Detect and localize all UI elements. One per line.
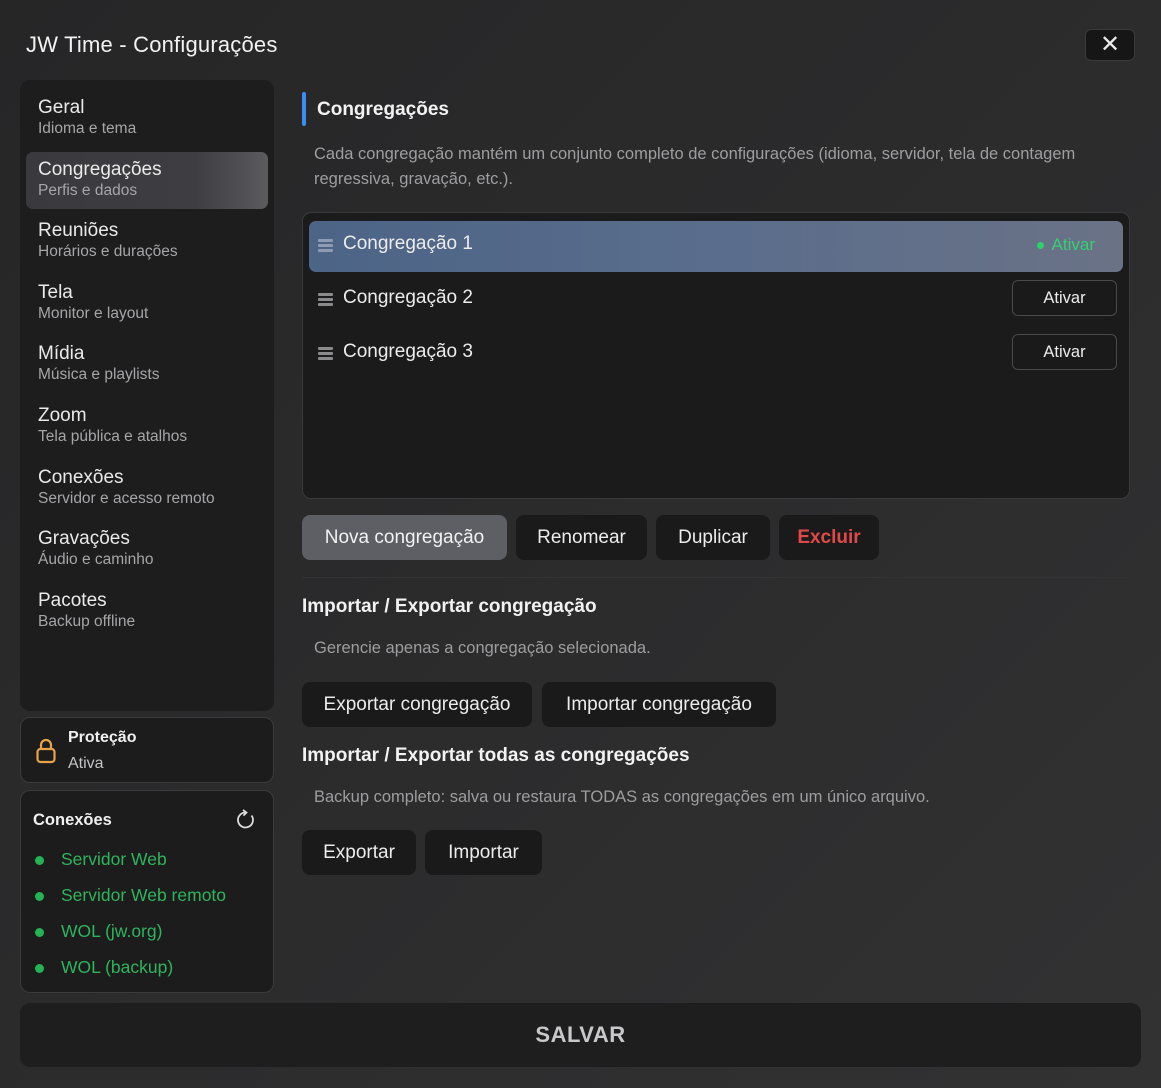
import-export-all-title: Importar / Exportar todas as congregaçõe… xyxy=(302,745,690,766)
sidebar-item-label: Pacotes xyxy=(38,589,107,611)
sidebar-item-pacotes[interactable]: Pacotes Backup offline xyxy=(26,583,268,640)
import-congregation-button[interactable]: Importar congregação xyxy=(542,682,776,727)
new-congregation-button[interactable]: Nova congregação xyxy=(302,515,507,560)
sidebar-item-label: Conexões xyxy=(38,466,124,488)
sidebar-item-midia[interactable]: Mídia Música e playlists xyxy=(26,336,268,393)
connection-item-servidor-web: Servidor Web xyxy=(35,847,167,871)
congregation-list: Congregação 1 Ativar Congregação 2 Ativa… xyxy=(302,212,1130,499)
sidebar-item-label: Tela xyxy=(38,281,73,303)
connection-item-wol-jworg: WOL (jw.org) xyxy=(35,919,162,943)
connection-item-wol-backup: WOL (backup) xyxy=(35,955,173,979)
sidebar-item-sub: Backup offline xyxy=(38,612,136,630)
sidebar-item-gravacoes[interactable]: Gravações Áudio e caminho xyxy=(26,521,268,578)
drag-handle-icon[interactable] xyxy=(318,293,333,306)
sidebar-item-sub: Música e playlists xyxy=(38,366,160,384)
congregation-row-2[interactable]: Congregação 2 Ativar xyxy=(309,275,1123,326)
congregation-name: Congregação 1 xyxy=(343,233,473,254)
sidebar-item-sub: Áudio e caminho xyxy=(38,551,154,569)
active-status-label: Ativar xyxy=(1051,235,1095,254)
congregation-row-1[interactable]: Congregação 1 Ativar xyxy=(309,221,1123,272)
sidebar-item-tela[interactable]: Tela Monitor e layout xyxy=(26,275,268,332)
drag-handle-icon[interactable] xyxy=(318,347,333,360)
import-export-all-description: Backup completo: salva ou restaura TODAS… xyxy=(314,788,930,806)
sidebar-item-sub: Tela pública e atalhos xyxy=(38,427,188,445)
rename-button[interactable]: Renomear xyxy=(516,515,647,560)
sidebar-item-congregacoes[interactable]: Congregações Perfis e dados xyxy=(26,151,268,209)
protection-card[interactable]: Proteção Ativa xyxy=(20,717,274,783)
save-button[interactable]: SALVAR xyxy=(20,1003,1141,1067)
close-button[interactable]: ✕ xyxy=(1085,29,1135,61)
lock-icon xyxy=(36,738,56,764)
activate-button[interactable]: Ativar xyxy=(1012,334,1117,370)
section-accent-bar xyxy=(302,92,306,126)
sidebar-item-label: Congregações xyxy=(38,158,162,180)
section-title: Congregações xyxy=(317,99,449,120)
drag-handle-icon[interactable] xyxy=(318,239,333,252)
sidebar-item-label: Mídia xyxy=(38,343,85,365)
refresh-icon[interactable] xyxy=(234,809,256,831)
congregation-name: Congregação 3 xyxy=(343,341,473,362)
divider xyxy=(302,577,1130,578)
sidebar-item-sub: Idioma e tema xyxy=(38,120,137,137)
connections-title: Conexões xyxy=(33,811,112,829)
connection-label: WOL (jw.org) xyxy=(61,920,163,941)
sidebar-item-label: Geral xyxy=(38,97,85,118)
active-status-badge: Ativar xyxy=(1036,235,1095,255)
connection-label: Servidor Web remoto xyxy=(61,884,227,905)
section-description: Cada congregação mantém um conjunto comp… xyxy=(314,145,1076,188)
congregation-name: Congregação 2 xyxy=(343,287,473,308)
connection-label: WOL (backup) xyxy=(61,956,174,977)
import-export-one-description: Gerencie apenas a congregação selecionad… xyxy=(314,639,651,657)
export-congregation-button[interactable]: Exportar congregação xyxy=(302,682,532,727)
delete-button[interactable]: Excluir xyxy=(779,515,879,560)
sidebar-item-sub: Horários e durações xyxy=(38,243,178,261)
export-all-button[interactable]: Exportar xyxy=(302,830,416,875)
protection-status: Ativa xyxy=(68,755,104,772)
status-dot xyxy=(35,892,44,901)
connection-label: Servidor Web xyxy=(61,848,167,869)
sidebar-item-reunioes[interactable]: Reuniões Horários e durações xyxy=(26,213,268,270)
connection-item-servidor-web-remoto: Servidor Web remoto xyxy=(35,883,226,907)
status-dot xyxy=(35,928,44,937)
sidebar-item-geral[interactable]: Geral Idioma e tema xyxy=(26,90,268,147)
status-dot xyxy=(35,964,44,973)
sidebar-item-label: Reuniões xyxy=(38,220,119,242)
connections-card: Conexões Servidor Web Servidor Web remot… xyxy=(20,790,274,993)
sidebar-item-conexoes[interactable]: Conexões Servidor e acesso remoto xyxy=(26,460,268,517)
activate-button[interactable]: Ativar xyxy=(1012,280,1117,316)
import-all-button[interactable]: Importar xyxy=(425,830,542,875)
sidebar-item-sub: Servidor e acesso remoto xyxy=(38,489,215,507)
sidebar-nav: Geral Idioma e tema Congregações Perfis … xyxy=(20,80,274,711)
congregation-row-3[interactable]: Congregação 3 Ativar xyxy=(309,329,1123,380)
status-dot xyxy=(35,856,44,865)
sidebar-item-zoom[interactable]: Zoom Tela pública e atalhos xyxy=(26,398,268,455)
sidebar-item-label: Zoom xyxy=(38,404,87,426)
protection-title: Proteção xyxy=(68,729,137,746)
window-title: JW Time - Configurações xyxy=(26,32,278,57)
import-export-one-title: Importar / Exportar congregação xyxy=(302,596,597,617)
sidebar-item-sub: Monitor e layout xyxy=(38,304,149,322)
sidebar-item-sub: Perfis e dados xyxy=(38,181,138,199)
sidebar-item-label: Gravações xyxy=(38,528,130,550)
close-icon: ✕ xyxy=(1099,31,1121,58)
active-dot xyxy=(1036,241,1044,249)
duplicate-button[interactable]: Duplicar xyxy=(656,515,770,560)
